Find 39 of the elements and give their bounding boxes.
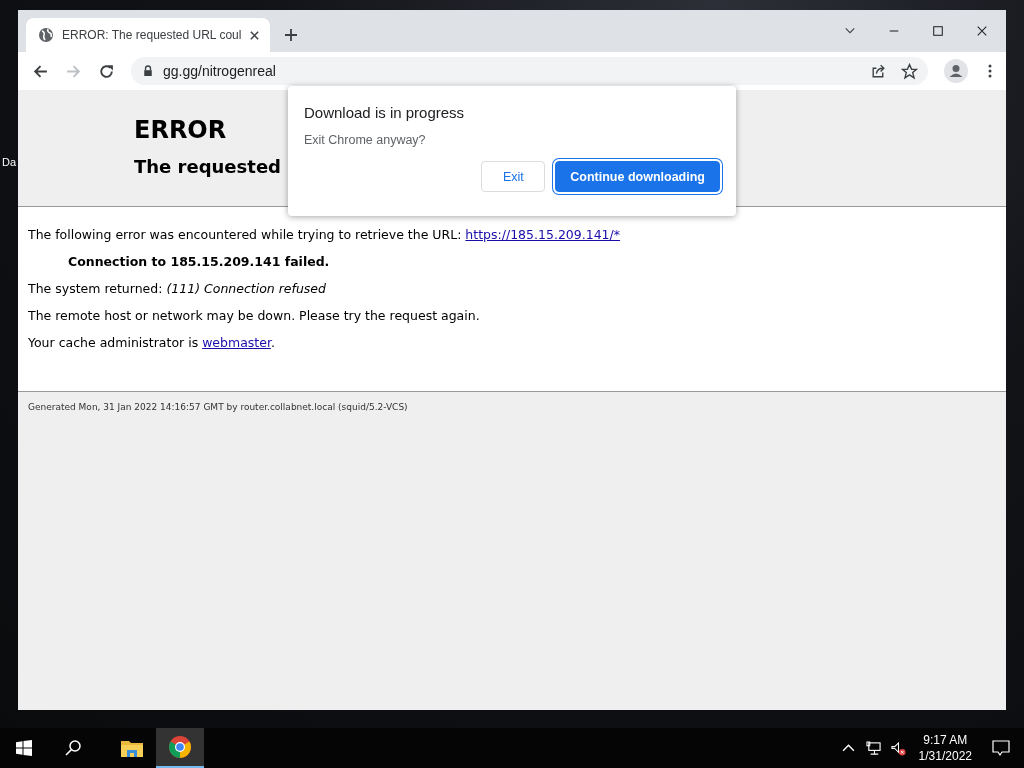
profile-avatar-icon[interactable]	[944, 59, 968, 83]
exit-button[interactable]: Exit	[481, 161, 546, 192]
volume-muted-icon[interactable]	[890, 740, 906, 756]
windows-start-icon[interactable]	[16, 740, 32, 756]
address-bar[interactable]: gg.gg/nitrogenreal	[131, 57, 928, 85]
close-icon[interactable]	[976, 25, 988, 37]
dialog-title: Download is in progress	[304, 104, 466, 121]
dialog-message: Exit Chrome anyway?	[304, 133, 427, 147]
clock[interactable]: 9:17 AM 1/31/2022	[918, 733, 972, 763]
system-returned-text: The system returned: (111) Connection refused	[28, 281, 327, 296]
new-tab-icon[interactable]	[284, 28, 298, 42]
browser-tab[interactable]: ERROR: The requested URL coul	[26, 18, 270, 52]
generated-footer-text: Generated Mon, 31 Jan 2022 14:16:57 GMT by router.collabnet.local (squid/5.2-VCS)	[28, 402, 408, 412]
notifications-icon[interactable]	[992, 739, 1010, 757]
webmaster-link[interactable]: webmaster	[202, 335, 271, 350]
lock-icon	[143, 65, 153, 77]
close-tab-icon[interactable]	[249, 29, 261, 41]
continue-button[interactable]: Continue downloading	[555, 161, 720, 192]
clock-time: 9:17 AM	[923, 733, 968, 747]
desktop-icon-label[interactable]: Da	[2, 156, 17, 168]
search-icon[interactable]	[64, 739, 82, 757]
maximize-icon[interactable]	[932, 25, 944, 37]
menu-icon[interactable]	[988, 63, 992, 79]
chrome-taskbar-button[interactable]	[156, 728, 204, 768]
error-detail: Connection to 185.15.209.141 failed.	[67, 254, 331, 269]
bookmark-star-icon[interactable]	[901, 62, 918, 80]
admin-text: Your cache administrator is	[28, 335, 199, 350]
error-intro-text: The following error was encountered while trying to retrieve the URL:	[28, 227, 462, 242]
clock-date: 1/31/2022	[918, 749, 972, 763]
advice-text: The remote host or network may be down. Please try the request again.	[28, 308, 481, 323]
share-icon[interactable]	[870, 62, 887, 80]
globe-icon	[38, 27, 54, 43]
reload-icon[interactable]	[98, 62, 115, 80]
chrome-logo-icon	[168, 735, 192, 759]
network-icon[interactable]	[865, 740, 881, 756]
error-heading: ERROR	[134, 116, 227, 144]
url-link[interactable]: https://185.15.209.141/*	[465, 227, 621, 242]
admin-period: .	[270, 335, 275, 350]
error-subheading: The requested	[134, 156, 281, 177]
